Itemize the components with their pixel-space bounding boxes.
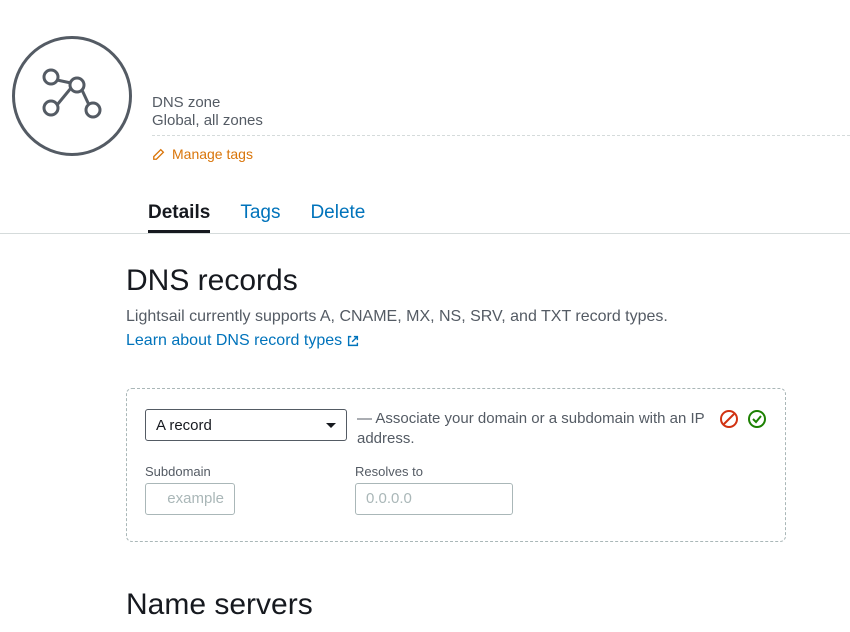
tab-tags[interactable]: Tags <box>240 202 280 233</box>
manage-tags-link[interactable]: Manage tags <box>152 146 253 162</box>
record-type-value: A record <box>156 417 212 434</box>
subdomain-input[interactable] <box>145 483 235 515</box>
dns-zone-icon <box>12 36 132 156</box>
tabs: Details Tags Delete <box>148 202 850 233</box>
tabs-divider <box>0 233 850 234</box>
learn-dns-link[interactable]: Learn about DNS record types <box>126 332 360 350</box>
name-servers-heading: Name servers <box>126 588 786 622</box>
dns-support-text: Lightsail currently supports A, CNAME, M… <box>126 308 786 326</box>
add-record-panel: A record — Associate your domain or a su… <box>126 388 786 542</box>
learn-dns-link-label: Learn about DNS record types <box>126 332 342 350</box>
edit-icon <box>152 147 166 161</box>
subdomain-label: Subdomain <box>145 464 235 479</box>
record-type-select[interactable]: A record <box>145 409 347 441</box>
resolves-to-input[interactable] <box>355 483 513 515</box>
resource-type: DNS zone <box>152 94 850 111</box>
cancel-icon[interactable] <box>719 409 739 429</box>
external-link-icon <box>346 334 360 348</box>
manage-tags-label: Manage tags <box>172 146 253 162</box>
resource-location: Global, all zones <box>152 112 850 129</box>
confirm-icon[interactable] <box>747 409 767 429</box>
record-type-description: — Associate your domain or a subdomain w… <box>357 409 709 450</box>
tab-delete[interactable]: Delete <box>310 202 365 233</box>
dns-records-heading: DNS records <box>126 264 786 298</box>
tab-details[interactable]: Details <box>148 202 210 233</box>
resolves-to-label: Resolves to <box>355 464 513 479</box>
divider <box>152 135 850 136</box>
